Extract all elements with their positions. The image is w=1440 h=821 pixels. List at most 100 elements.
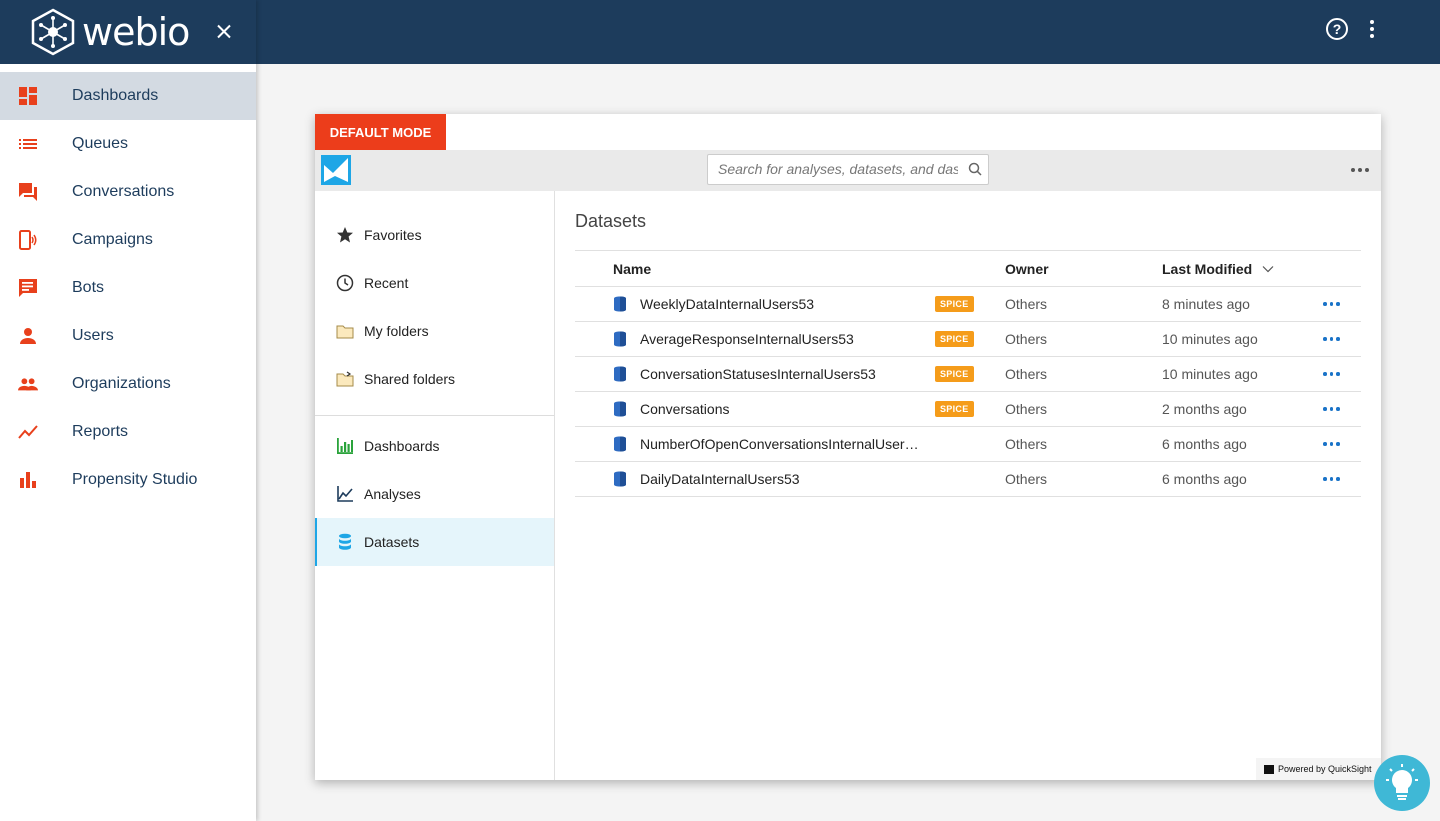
dataset-last-modified: 6 months ago [1162,471,1247,487]
dataset-last-modified: 2 months ago [1162,401,1247,417]
help-icon[interactable]: ? [1326,18,1348,40]
dataset-db-icon [613,462,629,496]
side-item-datasets[interactable]: Datasets [315,518,554,566]
dataset-name[interactable]: DailyDataInternalUsers53 [640,462,925,496]
row-more-icon[interactable] [1323,287,1340,321]
dataset-name[interactable]: Conversations [640,392,925,426]
sort-chevron-down-icon [1262,265,1274,272]
row-more-icon[interactable] [1323,427,1340,461]
search-input[interactable] [718,155,958,183]
table-row[interactable]: WeeklyDataInternalUsers53 SPICE Others 8 mi… [575,287,1361,322]
dataset-name[interactable]: NumberOfOpenConversationsInternalUsers53 [640,427,925,461]
row-more-icon[interactable] [1323,392,1340,426]
dataset-name[interactable]: ConversationStatusesInternalUsers53 [640,357,925,391]
spice-label: SPICE [935,296,974,312]
lightbulb-help-button[interactable] [1374,755,1430,811]
star-icon [336,226,354,244]
table-row[interactable]: AverageResponseInternalUsers53 SPICE Other… [575,322,1361,357]
search-box [707,154,989,185]
dataset-db-icon [613,427,629,461]
datasets-main: Datasets Name Owner Last Modified Weekly… [575,191,1361,497]
toolbar-more-icon[interactable] [1351,168,1369,172]
table-row[interactable]: Conversations SPICE Others 2 months ago [575,392,1361,427]
quicksight-toolbar [315,150,1381,191]
sidebar-item-reports[interactable]: Reports [0,408,256,456]
analyses-icon [336,485,354,503]
column-header-label: Last Modified [1162,260,1253,277]
webio-logo[interactable]: webio [28,8,190,56]
row-more-icon[interactable] [1323,322,1340,356]
quicksight-sidebar: Favorites Recent My folders Shared folde… [315,191,555,780]
table-header-row: Name Owner Last Modified [575,251,1361,287]
sidebar-item-label: Propensity Studio [72,471,198,488]
side-item-label: My folders [364,323,429,339]
trend-icon [18,422,38,442]
sidebar-item-dashboards[interactable]: Dashboards [0,72,256,120]
sidebar-item-users[interactable]: Users [0,312,256,360]
default-mode-badge: DEFAULT MODE [315,114,446,150]
powered-by-quicksight[interactable]: Powered by QuickSight [1256,758,1381,780]
shared-folder-icon [336,370,354,388]
spice-badge: SPICE [935,357,974,391]
dataset-last-modified: 10 minutes ago [1162,331,1258,347]
dataset-db-icon [613,392,629,426]
dashboard-bars-icon [336,437,354,455]
sidebar-item-label: Dashboards [72,87,159,104]
lightbulb-icon [1386,764,1418,800]
sidebar-item-organizations[interactable]: Organizations [0,360,256,408]
sidebar-item-campaigns[interactable]: Campaigns [0,216,256,264]
side-item-label: Datasets [364,534,420,550]
dataset-owner: Others [1005,331,1048,347]
column-header-last-modified[interactable]: Last Modified [1162,251,1274,286]
quicksight-logo-icon[interactable] [321,155,351,185]
column-header-owner[interactable]: Owner [1005,251,1049,286]
dataset-name[interactable]: AverageResponseInternalUsers53 [640,322,925,356]
side-item-recent[interactable]: Recent [315,259,554,307]
phone-icon [18,230,38,250]
powered-by-label: Powered by QuickSight [1278,764,1372,774]
list-icon [18,134,38,154]
side-item-favorites[interactable]: Favorites [315,211,554,259]
side-item-dashboards[interactable]: Dashboards [315,422,554,470]
sidebar-item-label: Organizations [72,375,171,392]
table-row[interactable]: DailyDataInternalUsers53 Others 6 months a… [575,462,1361,497]
side-item-label: Recent [364,275,409,291]
dataset-last-modified: 8 minutes ago [1162,296,1250,312]
spice-label: SPICE [935,401,974,417]
bar-chart-icon [18,470,38,490]
dataset-owner: Others [1005,401,1048,417]
sidebar-item-queues[interactable]: Queues [0,120,256,168]
row-more-icon[interactable] [1323,357,1340,391]
brand-name: webio [82,10,190,54]
table-row[interactable]: NumberOfOpenConversationsInternalUsers53… [575,427,1361,462]
message-icon [18,278,38,298]
side-item-shared-folders[interactable]: Shared folders [315,355,554,403]
sidebar-item-label: Campaigns [72,231,153,248]
dataset-last-modified: 10 minutes ago [1162,366,1258,382]
people-icon [18,374,38,394]
column-header-name[interactable]: Name [613,251,651,286]
sidebar-item-bots[interactable]: Bots [0,264,256,312]
sidebar-item-propensity-studio[interactable]: Propensity Studio [0,456,256,504]
dataset-name[interactable]: WeeklyDataInternalUsers53 [640,287,925,321]
quicksight-mini-icon [1264,764,1274,774]
chat-icon [18,182,38,202]
side-item-my-folders[interactable]: My folders [315,307,554,355]
dataset-icon [336,533,354,551]
row-more-icon[interactable] [1323,462,1340,496]
side-divider [315,415,554,416]
sidebar-item-conversations[interactable]: Conversations [0,168,256,216]
sidebar-item-label: Bots [72,279,105,296]
folder-icon [336,322,354,340]
more-menu-icon[interactable] [1368,20,1376,38]
side-item-label: Dashboards [364,438,440,454]
search-icon[interactable] [968,162,982,176]
dataset-db-icon [613,322,629,356]
side-item-analyses[interactable]: Analyses [315,470,554,518]
sidebar-item-label: Users [72,327,114,344]
table-row[interactable]: ConversationStatusesInternalUsers53 SPICE… [575,357,1361,392]
dataset-owner: Others [1005,436,1048,452]
dataset-db-icon [613,287,629,321]
close-icon[interactable] [212,20,236,44]
dataset-last-modified: 6 months ago [1162,436,1247,452]
